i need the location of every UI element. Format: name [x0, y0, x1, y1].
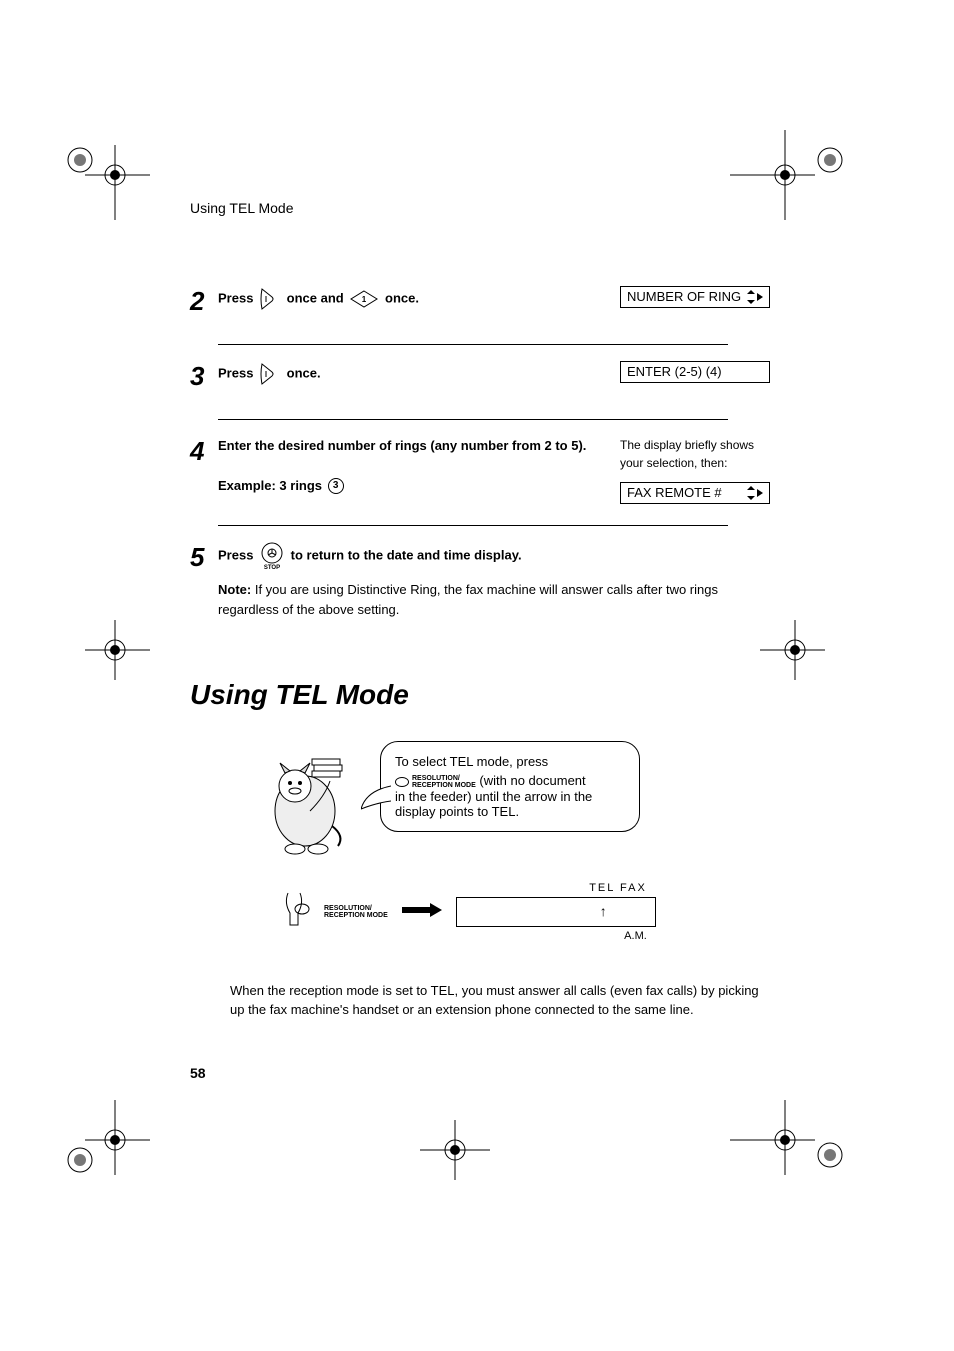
side-annotation: The display briefly shows your selection… — [620, 436, 770, 504]
callout: To select TEL mode, press RESOLUTION/REC… — [250, 741, 770, 861]
resolution-mode-button-label: RESOLUTION/RECEPTION MODE — [324, 905, 388, 919]
lcd-tel-arrow-icon: ↑ — [600, 903, 607, 919]
lcd-display: ENTER (2-5) (4) — [620, 361, 770, 383]
text: once. — [385, 290, 419, 305]
up-down-right-arrows-icon — [747, 486, 763, 500]
text: to return to the date and time display. — [291, 547, 522, 562]
mode-selection-diagram: RESOLUTION/RECEPTION MODE TEL FAX ↑ A.M. — [280, 891, 770, 932]
lcd-top-labels: TEL FAX — [589, 882, 647, 894]
text: (with no document — [479, 773, 585, 788]
page-content: Using TEL Mode 2 Press once and 1 once. … — [190, 200, 770, 1020]
up-down-right-arrows-icon — [747, 290, 763, 304]
body-paragraph: When the reception mode is set to TEL, y… — [230, 982, 770, 1020]
regmark-mid-left — [60, 620, 150, 680]
note: Note: If you are using Distinctive Ring,… — [218, 580, 770, 619]
side-text: The display briefly shows your selection… — [620, 436, 770, 472]
lcd-display: NUMBER OF RING — [620, 286, 770, 308]
text: in the feeder) until the arrow in the di… — [395, 789, 625, 819]
right-arrow-icon — [402, 900, 442, 923]
text: Press — [218, 547, 253, 562]
lcd-display: TEL FAX ↑ A.M. — [456, 897, 656, 927]
step-4: 4 Enter the desired number of rings (any… — [190, 436, 770, 495]
hand-pressing-button-icon — [280, 891, 310, 932]
note-label: Note: — [218, 582, 251, 597]
regmark-bot-right — [730, 1100, 850, 1190]
divider — [218, 344, 728, 345]
resolution-mode-button-icon: RESOLUTION/RECEPTION MODE — [395, 775, 476, 789]
divider — [218, 419, 728, 420]
step-number: 4 — [190, 436, 218, 464]
right-arrow-key-icon — [259, 361, 281, 387]
section-title: Using TEL Mode — [190, 679, 770, 711]
instruction-text: Enter the desired number of rings (any n… — [218, 436, 610, 456]
text: once. — [287, 365, 321, 380]
stop-button-icon: STOP — [259, 542, 285, 570]
display-text: FAX REMOTE # — [627, 483, 722, 503]
text: Press — [218, 365, 253, 380]
regmark-mid-right — [760, 620, 850, 680]
regmark-top-left — [60, 130, 150, 220]
speech-bubble: To select TEL mode, press RESOLUTION/REC… — [380, 741, 640, 832]
svg-text:1: 1 — [362, 295, 367, 304]
lcd-display: FAX REMOTE # — [620, 482, 770, 504]
step-2: 2 Press once and 1 once. NUMBER OF RING — [190, 286, 770, 314]
divider — [218, 525, 728, 526]
example-label: Example: 3 rings — [218, 478, 322, 493]
callout-line1: To select TEL mode, press — [395, 754, 625, 769]
note-body: If you are using Distinctive Ring, the f… — [218, 582, 718, 617]
text: Press — [218, 290, 253, 305]
mascot-illustration — [250, 741, 360, 861]
regmark-bot-left — [60, 1100, 150, 1190]
display-text: NUMBER OF RING — [627, 287, 741, 307]
keypad-3-icon: 3 — [328, 478, 344, 494]
regmark-bot-mid — [410, 1120, 500, 1180]
step-number: 2 — [190, 286, 218, 314]
lcd-bottom-label: A.M. — [624, 930, 647, 942]
step-3: 3 Press once. ENTER (2-5) (4) — [190, 361, 770, 389]
text: once and — [287, 290, 344, 305]
step-number: 5 — [190, 542, 218, 570]
page-number: 58 — [190, 1065, 206, 1081]
svg-text:STOP: STOP — [264, 565, 280, 570]
running-head: Using TEL Mode — [190, 200, 770, 216]
right-arrow-key-icon — [259, 286, 281, 312]
down-diamond-key-icon: 1 — [349, 289, 379, 309]
display-text: ENTER (2-5) (4) — [627, 362, 722, 382]
step-5: 5 Press STOP to return to the date and t… — [190, 542, 770, 619]
step-number: 3 — [190, 361, 218, 389]
